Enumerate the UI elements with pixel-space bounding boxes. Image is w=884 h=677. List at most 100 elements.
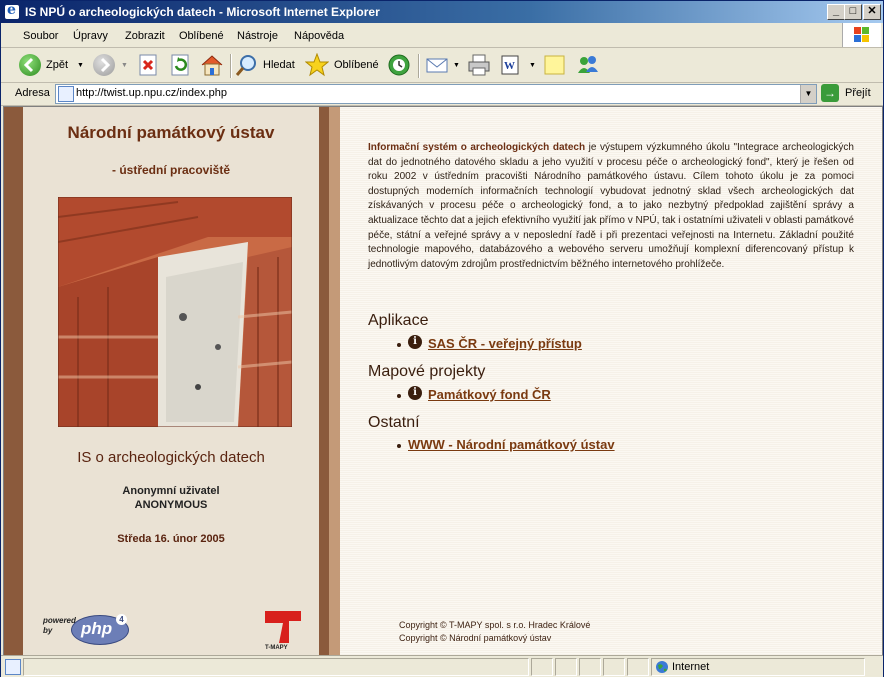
back-button[interactable]: Zpět ▼ (15, 53, 85, 77)
address-dropdown-icon[interactable]: ▼ (800, 85, 816, 103)
address-label: Adresa (15, 87, 50, 99)
section-heading-aplikace: Aplikace (368, 312, 429, 329)
favorites-label: Oblíbené (334, 59, 379, 71)
browser-window: IS NPÚ o archeologických datech - Micros… (0, 0, 884, 677)
close-button[interactable]: ✕ (863, 4, 881, 20)
address-url[interactable]: http://twist.up.npu.cz/index.php (76, 87, 227, 99)
status-cell (579, 658, 601, 676)
institution-name: Národní památkový ústav (67, 123, 275, 142)
search-button[interactable]: Hledat (235, 53, 299, 77)
search-icon (235, 55, 256, 76)
sidebar: Národní památkový ústav - ústřední praco… (4, 107, 340, 655)
intro-body: je výstupem výzkumného úkolu "Integrace … (368, 142, 854, 270)
status-cell (603, 658, 625, 676)
toolbar-separator (418, 54, 420, 78)
back-dropdown-icon[interactable]: ▼ (77, 62, 84, 69)
menu-nastroje[interactable]: Nástroje (237, 30, 278, 42)
globe-icon (656, 661, 668, 673)
home-icon (201, 55, 223, 76)
note-icon (544, 55, 565, 75)
zone-label: Internet (672, 661, 710, 673)
mail-button[interactable]: ▼ (425, 53, 463, 77)
user-name: ANONYMOUS (134, 499, 208, 511)
windows-flag-icon (854, 27, 870, 43)
mail-icon (426, 58, 448, 73)
page-status-icon (5, 659, 21, 675)
menu-zobrazit[interactable]: Zobrazit (125, 30, 165, 42)
toolbar: Zpět ▼ ▼ Hledat Oblíbené ▼ W ▼ (1, 48, 883, 83)
stop-button[interactable] (137, 53, 161, 77)
home-button[interactable] (199, 53, 225, 77)
history-icon (388, 54, 410, 76)
main-panel: Informační systém o archeologických date… (340, 107, 882, 655)
current-date: Středa 16. únor 2005 (117, 533, 225, 545)
ie-icon (5, 2, 19, 19)
word-edit-icon: W (501, 55, 519, 75)
link-pamatkovy-fond[interactable]: Památkový fond ČR (428, 387, 551, 402)
list-bullet (397, 444, 401, 448)
back-label: Zpět (46, 59, 69, 71)
tmapy-t-icon (265, 611, 301, 643)
edit-button[interactable]: W ▼ (499, 53, 539, 77)
forward-dropdown-icon[interactable]: ▼ (121, 62, 128, 69)
refresh-icon (171, 54, 189, 76)
menu-upravy[interactable]: Úpravy (73, 30, 108, 42)
php-logo[interactable]: php 4 (71, 614, 129, 645)
powered-by-label: powered by (43, 616, 76, 635)
printer-icon (468, 54, 490, 76)
mail-dropdown-icon[interactable]: ▼ (453, 62, 460, 69)
favorites-button[interactable]: Oblíbené (304, 52, 381, 77)
info-icon[interactable]: i (408, 386, 422, 400)
forward-button[interactable]: ▼ (89, 53, 129, 77)
tmapy-logo[interactable]: T-MAPY (263, 609, 303, 653)
windows-logo (842, 23, 881, 47)
sidebar-panel: Národní památkový ústav - ústřední praco… (23, 107, 319, 655)
page-icon (58, 86, 74, 102)
minimize-button[interactable]: _ (827, 4, 845, 20)
discuss-button[interactable] (543, 53, 569, 77)
status-cell (531, 658, 553, 676)
stop-icon (139, 54, 157, 76)
page-content: Národní památkový ústav - ústřední praco… (3, 106, 883, 656)
title-bar: IS NPÚ o archeologických datech - Micros… (1, 1, 883, 23)
toolbar-separator (230, 54, 232, 78)
forward-arrow-icon (93, 54, 115, 76)
user-label: Anonymní uživatel (122, 485, 220, 497)
address-bar: Adresa http://twist.up.npu.cz/index.php … (1, 83, 883, 106)
sidebar-border (329, 107, 340, 655)
intro-text: Informační systém o archeologických date… (368, 141, 854, 272)
info-icon[interactable]: i (408, 335, 422, 349)
window-title: IS NPÚ o archeologických datech - Micros… (25, 5, 380, 19)
list-bullet (397, 394, 401, 398)
go-button[interactable]: Přejít (845, 87, 871, 99)
link-www-npu[interactable]: WWW - Národní památkový ústav (408, 437, 615, 452)
history-button[interactable] (387, 53, 413, 77)
status-bar: Internet (1, 655, 883, 677)
edit-dropdown-icon[interactable]: ▼ (529, 62, 536, 69)
system-name: IS o archeologických datech (77, 449, 265, 466)
refresh-button[interactable] (169, 53, 193, 77)
menu-oblibene[interactable]: Oblíbené (179, 30, 224, 42)
messenger-button[interactable] (575, 53, 603, 77)
go-arrow-icon[interactable]: → (821, 84, 839, 102)
status-cell (627, 658, 649, 676)
section-heading-mapove-projekty: Mapové projekty (368, 363, 486, 380)
zone-cell: Internet (651, 658, 865, 676)
address-input[interactable]: http://twist.up.npu.cz/index.php ▼ (55, 84, 817, 104)
status-text-cell (23, 658, 529, 676)
maximize-button[interactable]: □ (844, 4, 862, 20)
menu-soubor[interactable]: Soubor (23, 30, 58, 42)
svg-text:W: W (504, 60, 515, 72)
list-bullet (397, 343, 401, 347)
status-cell (555, 658, 577, 676)
star-icon (304, 52, 330, 77)
town-square-photo (58, 197, 292, 427)
link-sas-cr[interactable]: SAS ČR - veřejný přístup (428, 336, 582, 351)
section-heading-ostatni: Ostatní (368, 414, 420, 431)
print-button[interactable] (467, 53, 493, 77)
menu-napoveda[interactable]: Nápověda (294, 30, 344, 42)
intro-bold: Informační systém o archeologických date… (368, 142, 586, 153)
search-label: Hledat (263, 59, 295, 71)
back-arrow-icon (19, 54, 41, 76)
copyright-npu: Copyright © Národní památkový ústav (399, 633, 552, 643)
